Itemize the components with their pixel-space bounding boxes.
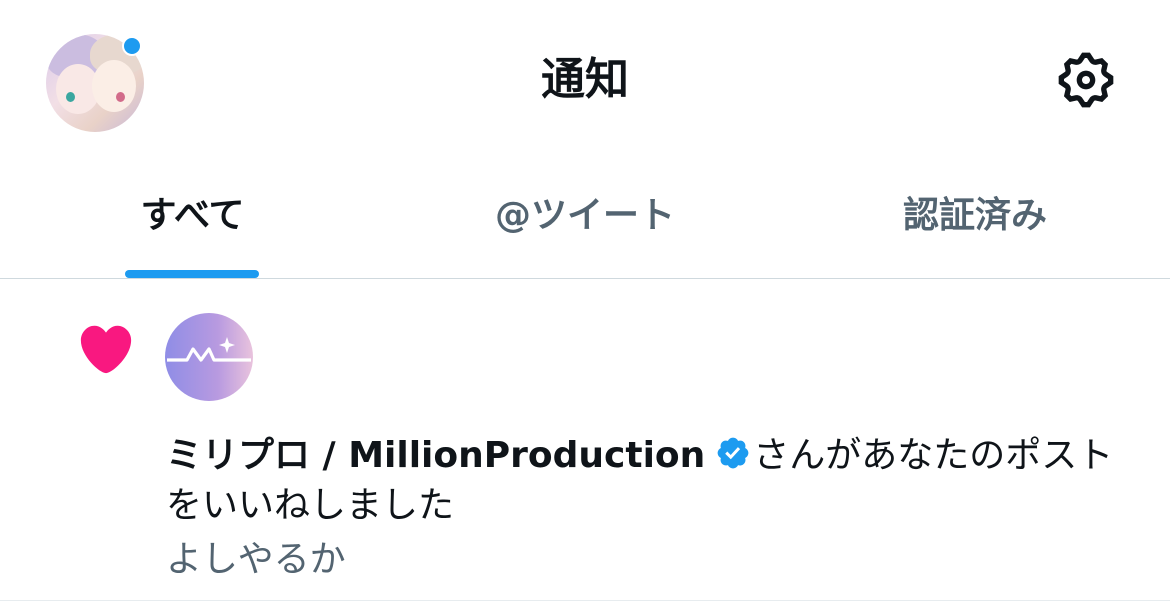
tab-mentions[interactable]: @ツイート: [390, 160, 780, 278]
active-tab-indicator: [125, 270, 259, 278]
settings-button[interactable]: [1054, 48, 1118, 112]
tab-label: 認証済み: [902, 195, 1047, 236]
post-preview: よしやるか: [166, 539, 346, 580]
tab-all[interactable]: すべて: [0, 160, 390, 278]
tab-label: すべて: [140, 195, 245, 236]
sender-avatar[interactable]: [165, 313, 253, 401]
notification-item[interactable]: ミリプロ / MillionProduction さんがあなたのポストをいいねしま…: [0, 279, 1170, 601]
sender-name[interactable]: ミリプロ / MillionProduction: [166, 435, 705, 476]
million-logo-icon: [167, 337, 251, 362]
heart-icon: [80, 325, 132, 374]
notification-text: ミリプロ / MillionProduction さんがあなたのポストをいいねしま…: [166, 431, 1146, 531]
tab-verified[interactable]: 認証済み: [780, 160, 1170, 278]
page-title: 通知: [541, 54, 629, 105]
top-bar: 通知: [0, 0, 1170, 160]
verified-badge-icon: [717, 437, 749, 469]
gear-icon: [1058, 52, 1114, 108]
tab-label: @ツイート: [494, 195, 675, 236]
notification-tabs: すべて @ツイート 認証済み: [0, 160, 1170, 278]
